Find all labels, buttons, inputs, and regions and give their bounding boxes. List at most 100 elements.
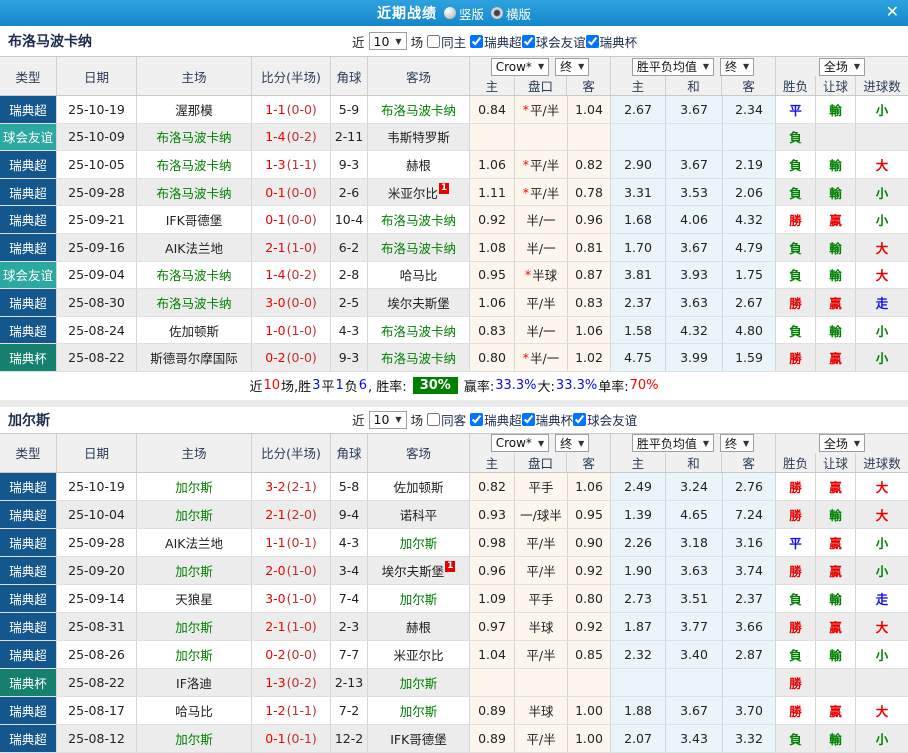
avg-type-select[interactable]: 胜平负均值 ▼: [631, 57, 714, 76]
avg-home-cell: 1.88: [611, 696, 666, 724]
radio-unselected-icon[interactable]: [443, 7, 456, 19]
avg-final-select-value: 终: [725, 436, 738, 451]
match-row: 瑞典超 25-09-28 布洛马波卡纳 0-1 (0-0) 2-6 米亚尔比 1 1.11 * 平/…: [0, 178, 908, 207]
home-team-name: 布洛马波卡纳: [156, 185, 232, 201]
avg-final-select[interactable]: 终 ▼: [720, 57, 755, 76]
avg-final-select[interactable]: 终 ▼: [720, 434, 755, 453]
league-checkbox-input[interactable]: [521, 34, 535, 48]
full-score: 0-2: [265, 350, 286, 366]
match-date-cell: 25-08-22: [57, 344, 137, 371]
odds-final-select[interactable]: 终 ▼: [555, 434, 590, 453]
avg-draw-cell: [666, 668, 723, 696]
win-rate-badge: 30%: [412, 377, 458, 395]
competition-type-cell: 瑞典超: [0, 528, 57, 556]
filter-league-checkbox[interactable]: 球会友谊: [521, 32, 586, 51]
filter-league-checkbox[interactable]: 瑞典超: [470, 410, 522, 429]
handicap-value: 平/半: [530, 185, 560, 201]
summary-part: , 胜率:: [368, 380, 407, 396]
filter-league-checkbox[interactable]: 球会友谊: [573, 410, 637, 429]
chevron-down-icon: ▼: [578, 438, 585, 448]
league-checkbox-input[interactable]: [573, 413, 587, 427]
league-checkbox-input[interactable]: [585, 34, 599, 48]
league-filter-group: 瑞典超 瑞典杯 球会友谊: [470, 410, 637, 429]
match-count-select[interactable]: 10 ▼: [368, 410, 407, 429]
live-odds-star: *: [522, 184, 530, 200]
scope-select[interactable]: 全场 ▼: [818, 434, 866, 453]
table-rows: 瑞典超 25-10-19 加尔斯 3-2 (2-1) 5-8 佐加顿斯 0.82 平手 1.06 2…: [0, 472, 908, 753]
col-header-avg_home: 主: [611, 76, 666, 95]
same-venue-input[interactable]: [427, 34, 441, 48]
competition-type-cell: 瑞典超: [0, 500, 57, 528]
col-header-odds_away: 客: [582, 455, 595, 471]
away-team-name: 加尔斯: [399, 591, 438, 607]
layout-horizontal-option[interactable]: 横版: [491, 4, 531, 23]
handicap-cell: * 半球: [515, 261, 568, 289]
same-venue-checkbox[interactable]: 同主: [427, 32, 466, 51]
col-header-away: 客场: [368, 433, 470, 472]
filter-league-checkbox[interactable]: 瑞典杯: [585, 32, 637, 51]
avg-draw-cell: 3.51: [666, 584, 723, 612]
league-checkbox-input[interactable]: [521, 413, 535, 427]
handicap-cell: 一/球半: [515, 500, 568, 528]
competition-type-cell: 瑞典超: [0, 696, 57, 724]
league-checkbox-input[interactable]: [470, 34, 484, 48]
scope-select[interactable]: 全场 ▼: [818, 57, 866, 76]
match-date-cell: 25-08-24: [57, 316, 137, 344]
match-row: 瑞典超 25-09-21 IFK哥德堡 0-1 (0-0) 10-4 布洛马波卡纳 0.92 半…: [0, 206, 908, 234]
home-team-cell: 加尔斯: [137, 640, 252, 668]
handicap-cell: 半球: [515, 612, 568, 640]
titlebar: 近期战绩 竖版 横版 ✕: [0, 0, 908, 26]
home-team-cell: 加尔斯: [137, 472, 252, 500]
competition-type-cell: 瑞典超: [0, 206, 57, 233]
score-cell: 0-1 (0-0): [252, 206, 331, 233]
same-venue-input[interactable]: [427, 413, 441, 427]
filter-league-checkbox[interactable]: 瑞典杯: [521, 410, 573, 429]
result-handicap-cell: 輸: [816, 178, 856, 206]
handicap-cell: * 平/半: [515, 151, 568, 178]
half-score: (0-0): [286, 101, 317, 117]
competition-type-cell: 球会友谊: [0, 261, 57, 289]
result-goals-cell: [856, 669, 908, 696]
result-wdl-cell: 負: [776, 584, 816, 612]
avg-home-cell: 1.58: [611, 316, 666, 344]
odds-final-select[interactable]: 终 ▼: [555, 57, 590, 76]
avg-draw-cell: 3.67: [666, 696, 723, 724]
odds-company-select[interactable]: Crow* ▼: [490, 57, 550, 76]
home-team-name: 加尔斯: [175, 479, 213, 495]
match-row: 瑞典超 25-08-30 布洛马波卡纳 3-0 (0-0) 2-5 埃尔夫斯堡 1.06 平/半…: [0, 289, 908, 317]
close-icon[interactable]: ✕: [886, 2, 899, 21]
same-venue-checkbox[interactable]: 同客: [427, 410, 466, 429]
layout-vertical-option[interactable]: 竖版: [443, 4, 484, 23]
competition-type-cell: 瑞典超: [0, 178, 57, 206]
avg-away-cell: 4.32: [723, 206, 776, 233]
away-team-cell: 布洛马波卡纳: [368, 206, 470, 233]
league-label: 瑞典超: [484, 34, 522, 50]
half-score: (2-1): [286, 478, 317, 494]
avg-type-select[interactable]: 胜平负均值 ▼: [631, 434, 714, 453]
filter-league-checkbox[interactable]: 瑞典超: [470, 32, 522, 51]
col-header-result_goals: 进球数: [863, 79, 901, 94]
handicap-value: 平手: [528, 591, 554, 607]
handicap-value: 半/一: [526, 213, 556, 229]
avg-home-cell: 2.67: [611, 96, 666, 123]
home-team-name: IFK哥德堡: [165, 213, 223, 229]
odds-away-cell: [568, 123, 611, 151]
competition-type-cell: 球会友谊: [0, 123, 57, 151]
dropdown-row: 全场 ▼: [776, 57, 908, 76]
odds-company-select[interactable]: Crow* ▼: [490, 434, 550, 453]
avg-away-cell: [723, 123, 776, 151]
corner-cell: 7-4: [331, 584, 368, 612]
vertical-label: 竖版: [458, 6, 484, 22]
radio-selected-icon[interactable]: [491, 7, 503, 19]
result-handicap-cell: 輸: [816, 261, 856, 289]
odds-home-cell: 0.92: [470, 206, 515, 233]
score-cell: 1-4 (0-2): [252, 123, 331, 151]
away-team-name: 布洛马波卡纳: [380, 351, 456, 367]
chevron-down-icon: ▼: [853, 438, 861, 448]
match-count-select[interactable]: 10 ▼: [368, 32, 407, 50]
result-goals-cell: 小: [875, 323, 889, 339]
league-checkbox-input[interactable]: [470, 413, 484, 427]
result-handicap-cell: 輸: [816, 151, 856, 178]
handicap-value: 平/半: [530, 157, 560, 173]
avg-draw-cell: 3.63: [666, 289, 723, 316]
